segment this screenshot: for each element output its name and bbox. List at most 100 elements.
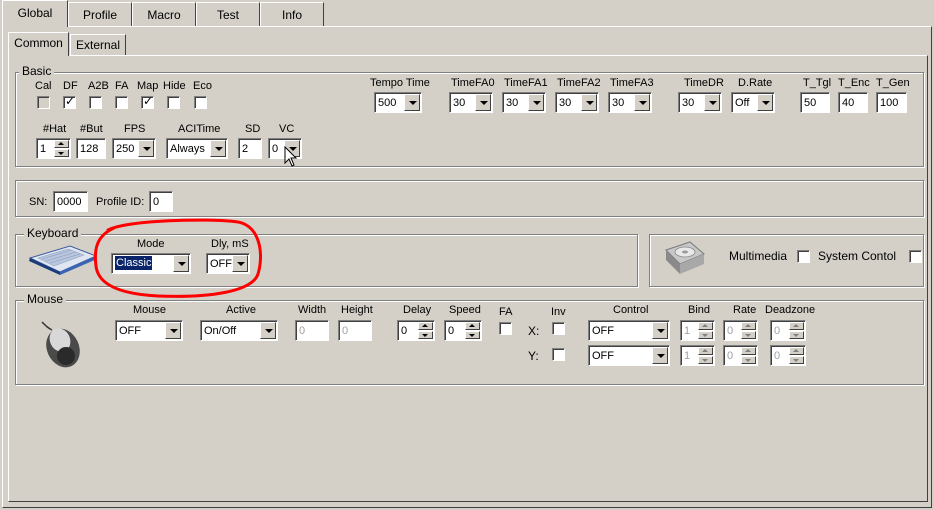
tab-external[interactable]: External xyxy=(70,34,126,55)
chevron-down-icon[interactable] xyxy=(581,94,597,111)
tenc-input[interactable]: 40 xyxy=(838,92,868,113)
sn-label: SN: xyxy=(29,196,48,208)
delay-spinner[interactable]: 0 xyxy=(397,320,435,341)
chevron-down-icon[interactable] xyxy=(528,94,544,111)
sd-label: SD xyxy=(245,123,261,135)
fa-checkbox[interactable] xyxy=(115,96,128,109)
a2b-label: A2B xyxy=(88,80,109,92)
sn-input[interactable]: 0000 xyxy=(53,191,88,212)
mouse-title: Mouse xyxy=(24,292,67,306)
deadzone-x-spinner[interactable]: 0 xyxy=(770,320,806,341)
mouse-cursor-icon xyxy=(284,146,298,167)
hide-checkbox[interactable] xyxy=(167,96,180,109)
control-x-select[interactable]: OFF xyxy=(588,320,670,341)
drate-select[interactable]: Off xyxy=(731,92,775,113)
tab-test[interactable]: Test xyxy=(196,2,260,26)
chevron-down-icon[interactable] xyxy=(165,322,181,339)
inv-y-checkbox[interactable] xyxy=(552,348,565,361)
tab-global[interactable]: Global xyxy=(2,0,68,27)
a2b-checkbox[interactable] xyxy=(89,96,102,109)
map-checkbox[interactable]: ✓ xyxy=(141,94,154,109)
eco-label: Eco xyxy=(193,80,212,92)
timefa1-select[interactable]: 30 xyxy=(502,92,546,113)
x-label: X: xyxy=(528,324,540,338)
width-input[interactable]: 0 xyxy=(295,320,329,341)
spin-arrows-icon[interactable] xyxy=(54,140,69,157)
chevron-down-icon[interactable] xyxy=(652,347,668,364)
width-header: Width xyxy=(298,304,327,316)
cal-checkbox[interactable] xyxy=(37,96,50,109)
spin-arrows-icon[interactable] xyxy=(789,322,804,339)
rate-y-spinner[interactable]: 0 xyxy=(723,345,758,366)
height-input[interactable]: 0 xyxy=(338,320,372,341)
speed-header: Speed xyxy=(449,304,481,316)
spin-arrows-icon[interactable] xyxy=(789,347,804,364)
bind-y-spinner[interactable]: 1 xyxy=(680,345,715,366)
system-control-label: System Contol xyxy=(818,249,897,263)
ttgl-label: T_Tgl xyxy=(803,77,832,89)
vc-label: VC xyxy=(279,123,295,135)
system-control-checkbox[interactable] xyxy=(909,250,922,263)
chevron-down-icon[interactable] xyxy=(260,322,276,339)
tab-common[interactable]: Common xyxy=(8,32,69,56)
acitime-select[interactable]: Always xyxy=(166,138,228,159)
timefa0-select[interactable]: 30 xyxy=(449,92,493,113)
timefa2-select[interactable]: 30 xyxy=(555,92,599,113)
y-label: Y: xyxy=(528,349,539,363)
multimedia-checkbox[interactable] xyxy=(797,250,810,263)
tgen-input[interactable]: 100 xyxy=(876,92,907,113)
control-y-select[interactable]: OFF xyxy=(588,345,670,366)
spin-arrows-icon[interactable] xyxy=(741,322,756,339)
active-header: Active xyxy=(226,304,256,316)
df-checkbox[interactable]: ✓ xyxy=(63,94,76,109)
spin-arrows-icon[interactable] xyxy=(741,347,756,364)
chevron-down-icon[interactable] xyxy=(475,94,491,111)
cal-label: Cal xyxy=(35,80,52,92)
timedr-select[interactable]: 30 xyxy=(678,92,722,113)
chevron-down-icon[interactable] xyxy=(138,140,154,157)
multimedia-label: Multimedia xyxy=(729,249,788,263)
but-input[interactable]: 128 xyxy=(76,138,106,159)
deadzone-y-spinner[interactable]: 0 xyxy=(770,345,806,366)
hat-spinner[interactable]: 1 xyxy=(36,138,71,159)
bind-x-spinner[interactable]: 1 xyxy=(680,320,715,341)
red-annotation-circle xyxy=(93,218,262,298)
spin-arrows-icon[interactable] xyxy=(698,347,713,364)
tab-profile[interactable]: Profile xyxy=(68,2,132,26)
tab-info[interactable]: Info xyxy=(260,2,324,26)
speed-spinner[interactable]: 0 xyxy=(444,320,482,341)
chevron-down-icon[interactable] xyxy=(757,94,773,111)
timedr-label: TimeDR xyxy=(684,77,724,89)
tenc-label: T_Enc xyxy=(838,77,870,89)
eco-checkbox[interactable] xyxy=(194,96,207,109)
hide-label: Hide xyxy=(163,80,186,92)
drate-label: D.Rate xyxy=(738,77,773,89)
fps-select[interactable]: 250 xyxy=(112,138,156,159)
tab-macro[interactable]: Macro xyxy=(132,2,196,26)
mouse-select[interactable]: OFF xyxy=(115,320,183,341)
chevron-down-icon[interactable] xyxy=(404,94,420,111)
acitime-label: ACITime xyxy=(178,123,221,135)
inv-x-checkbox[interactable] xyxy=(552,322,565,335)
fa-header: FA xyxy=(499,306,513,318)
ttgl-input[interactable]: 50 xyxy=(800,92,830,113)
spin-arrows-icon[interactable] xyxy=(418,322,433,339)
basic-title: Basic xyxy=(19,64,55,78)
chevron-down-icon[interactable] xyxy=(652,322,668,339)
timefa3-select[interactable]: 30 xyxy=(608,92,652,113)
chevron-down-icon[interactable] xyxy=(210,140,226,157)
fps-label: FPS xyxy=(124,123,146,135)
chevron-down-icon[interactable] xyxy=(634,94,650,111)
profile-id-input[interactable]: 0 xyxy=(149,191,173,212)
control-header: Control xyxy=(613,304,649,316)
spin-arrows-icon[interactable] xyxy=(465,322,480,339)
fa-mouse-checkbox[interactable] xyxy=(499,322,512,335)
sd-input[interactable]: 2 xyxy=(238,138,262,159)
spin-arrows-icon[interactable] xyxy=(698,322,713,339)
active-select[interactable]: On/Off xyxy=(200,320,278,341)
timefa3-label: TimeFA3 xyxy=(610,77,654,89)
rate-x-spinner[interactable]: 0 xyxy=(723,320,758,341)
tempo-time-select[interactable]: 500 xyxy=(374,92,422,113)
chevron-down-icon[interactable] xyxy=(704,94,720,111)
timefa2-label: TimeFA2 xyxy=(557,77,601,89)
